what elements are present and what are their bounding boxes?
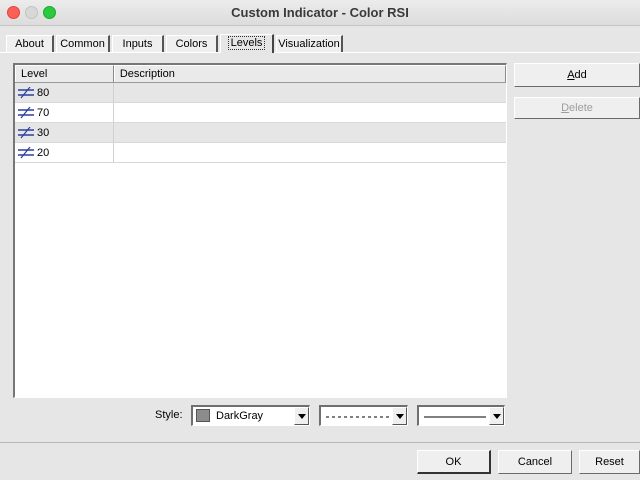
line-color-select[interactable]: DarkGray xyxy=(191,405,310,426)
window-title: Custom Indicator - Color RSI xyxy=(231,5,409,20)
cancel-button[interactable]: Cancel xyxy=(498,450,572,474)
level-value: 30 xyxy=(37,126,50,139)
tab-label: About xyxy=(15,38,44,50)
tab-bar: About Common Inputs Colors Levels Visual… xyxy=(0,34,640,53)
reset-button[interactable]: Reset xyxy=(579,450,640,474)
level-line-icon xyxy=(18,86,34,98)
tab-divider xyxy=(0,52,640,53)
tab-label: Common xyxy=(60,38,105,50)
footer-divider xyxy=(0,442,640,443)
solid-line-icon xyxy=(424,416,486,418)
tab-label: Inputs xyxy=(122,38,153,50)
chevron-down-icon[interactable] xyxy=(392,407,407,425)
add-button[interactable]: Add xyxy=(514,63,640,87)
delete-button[interactable]: Delete xyxy=(514,97,640,119)
level-cell: 70 xyxy=(15,103,114,122)
tab-label: Colors xyxy=(175,38,208,50)
line-width-select[interactable] xyxy=(417,405,505,426)
tab-visualization[interactable]: Visualization xyxy=(276,35,343,53)
color-name: DarkGray xyxy=(216,410,264,422)
line-style-select[interactable] xyxy=(319,405,408,426)
tab-colors[interactable]: Colors xyxy=(166,35,218,53)
level-value: 80 xyxy=(37,86,50,99)
table-row[interactable]: 80 xyxy=(15,83,506,103)
tab-about[interactable]: About xyxy=(6,35,54,53)
tab-levels[interactable]: Levels xyxy=(220,34,274,53)
dashed-line-icon xyxy=(326,416,392,418)
accelerator-key: A xyxy=(567,69,575,81)
column-header-description[interactable]: Description xyxy=(113,65,506,82)
level-value: 20 xyxy=(37,146,50,159)
button-label-part: elete xyxy=(569,102,593,114)
levels-list-header: Level Description xyxy=(15,65,506,83)
description-cell[interactable] xyxy=(114,83,506,102)
tab-label: Visualization xyxy=(278,38,340,50)
description-cell[interactable] xyxy=(114,103,506,122)
color-swatch xyxy=(196,409,210,422)
description-cell[interactable] xyxy=(114,123,506,142)
ok-button[interactable]: OK xyxy=(417,450,491,474)
description-cell[interactable] xyxy=(114,143,506,162)
level-cell: 30 xyxy=(15,123,114,142)
level-line-icon xyxy=(18,126,34,138)
level-cell: 20 xyxy=(15,143,114,162)
level-line-icon xyxy=(18,106,34,118)
levels-list[interactable]: Level Description 80 70 30 20 xyxy=(13,63,507,398)
table-row[interactable]: 20 xyxy=(15,143,506,163)
accelerator-key: D xyxy=(561,102,570,114)
chevron-down-icon[interactable] xyxy=(489,407,504,425)
level-value: 70 xyxy=(37,106,50,119)
chevron-down-icon[interactable] xyxy=(294,407,309,425)
tab-inputs[interactable]: Inputs xyxy=(112,35,164,53)
table-row[interactable]: 30 xyxy=(15,123,506,143)
level-cell: 80 xyxy=(15,83,114,102)
column-header-level[interactable]: Level xyxy=(15,65,114,82)
button-label-part: dd xyxy=(574,69,587,81)
tab-common[interactable]: Common xyxy=(56,35,110,53)
level-line-icon xyxy=(18,146,34,158)
table-row[interactable]: 70 xyxy=(15,103,506,123)
tab-label: Levels xyxy=(227,36,266,50)
style-label: Style: xyxy=(155,409,183,421)
title-bar: Custom Indicator - Color RSI xyxy=(0,0,640,26)
